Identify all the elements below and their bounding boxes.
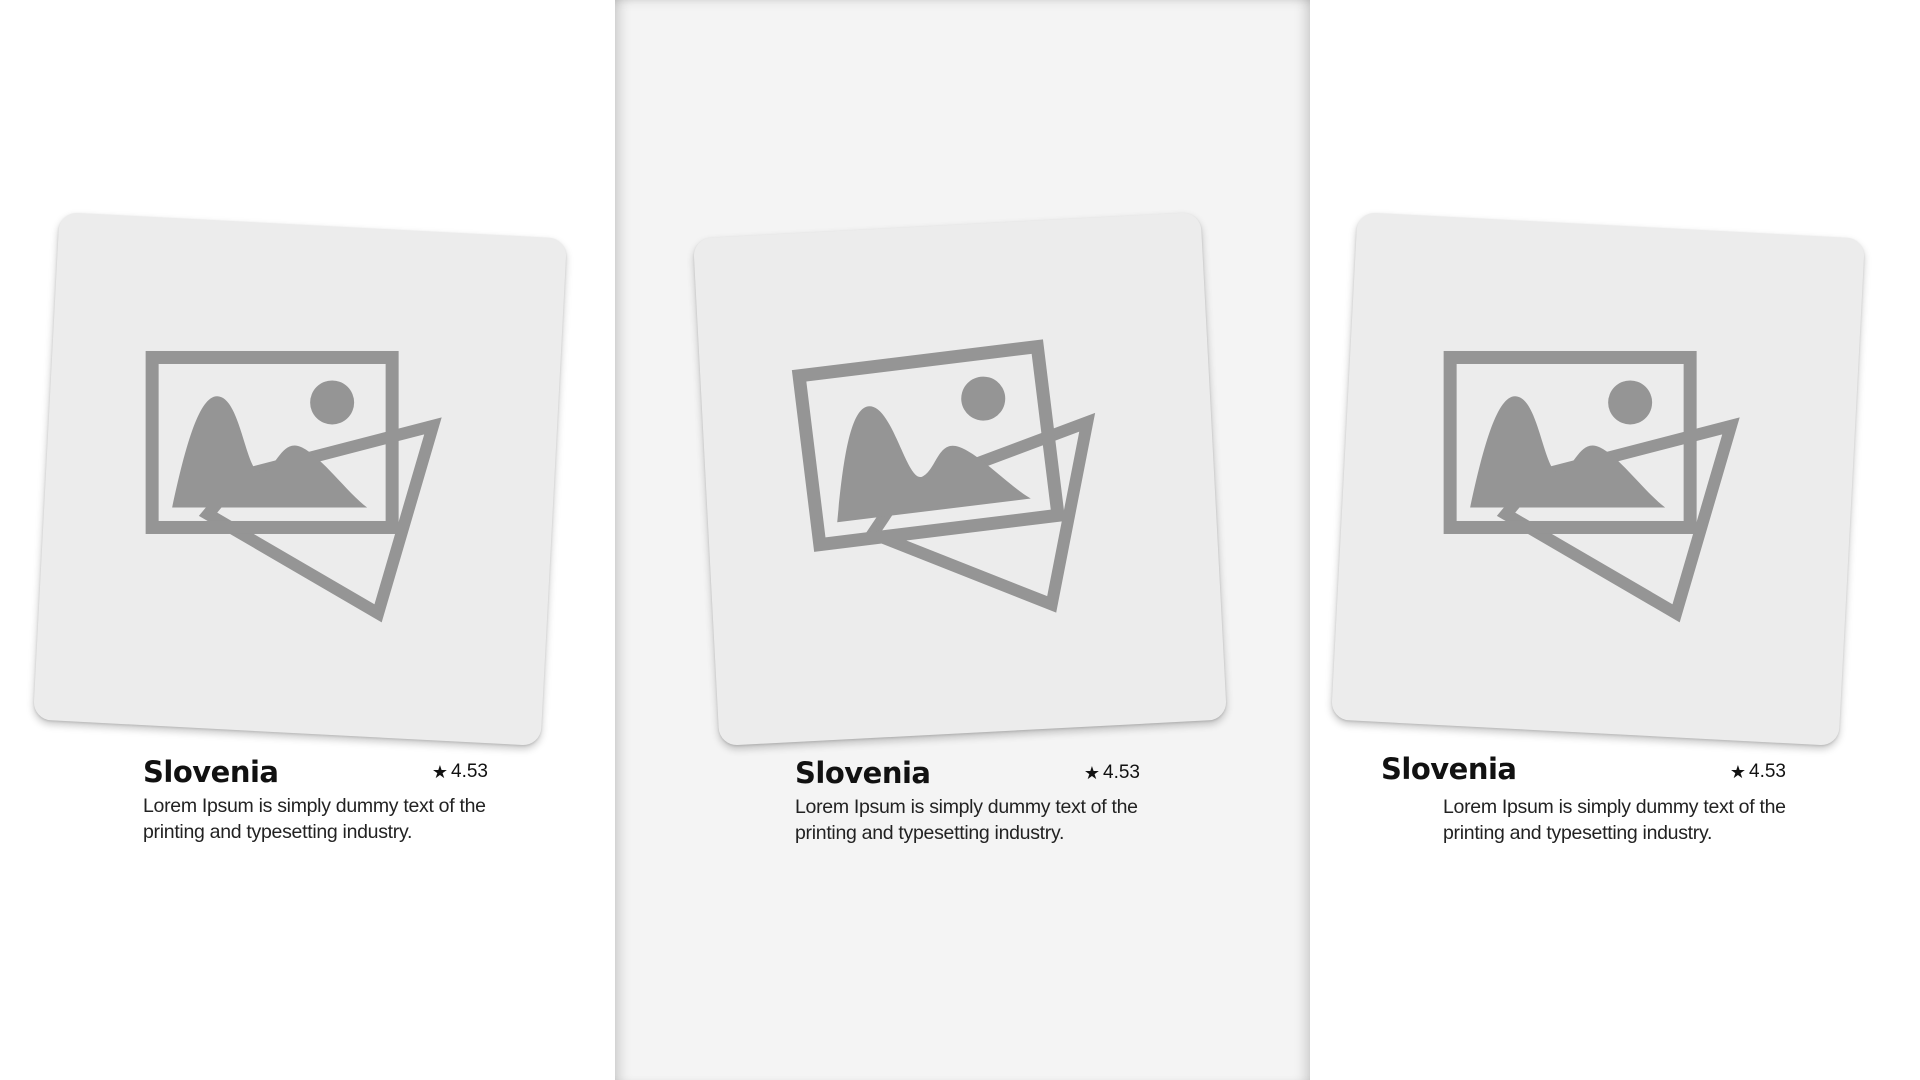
rating-value: 4.53 [451, 761, 488, 782]
rating: ★ 4.53 [1730, 761, 1786, 783]
image-placeholder-icon [791, 339, 1096, 613]
card-title: Slovenia [795, 756, 931, 790]
card-description: Lorem Ipsum is simply dummy text of the … [143, 795, 486, 843]
card-description: Lorem Ipsum is simply dummy text of the … [795, 796, 1138, 844]
rating-value: 4.53 [1749, 761, 1786, 782]
image-placeholder-icon [1443, 350, 1740, 623]
rating: ★ 4.53 [432, 761, 488, 783]
star-icon: ★ [1083, 763, 1101, 783]
rating-value: 4.53 [1103, 762, 1140, 783]
card-image [33, 212, 567, 746]
card-description: Lorem Ipsum is simply dummy text of the … [1443, 796, 1786, 844]
carousel: Slovenia ★ 4.53 Lorem Ipsum is simply du… [0, 0, 1920, 1080]
star-icon: ★ [1729, 762, 1747, 782]
rating: ★ 4.53 [1084, 762, 1140, 784]
card-title: Slovenia [1381, 752, 1517, 786]
card-image [1331, 212, 1865, 746]
card-title: Slovenia [143, 755, 279, 789]
image-placeholder-icon [145, 350, 442, 623]
card-image [693, 212, 1227, 746]
star-icon: ★ [431, 762, 449, 782]
